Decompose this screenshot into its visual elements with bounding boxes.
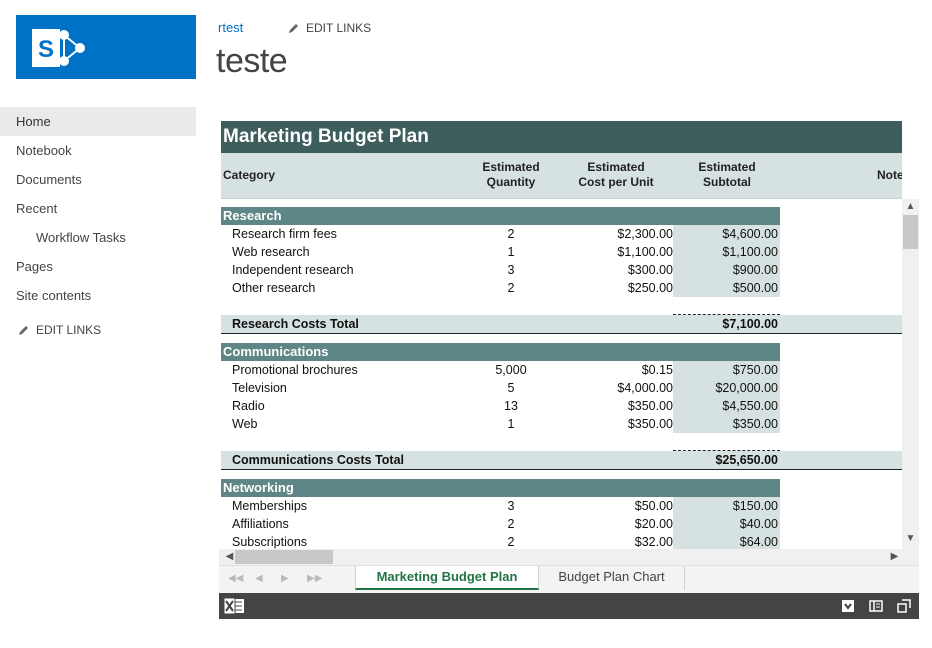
table-row[interactable]: Research firm fees 2 $2,300.00 $4,600.00 [221, 225, 902, 243]
total-row-communications[interactable]: Communications Costs Total $25,650.00 [221, 451, 902, 469]
pencil-icon [289, 24, 298, 33]
sheet-tabs-bar: ◀◀ ◀ ▶ ▶▶ Marketing Budget Plan Budget P… [219, 565, 919, 593]
table-row[interactable]: Radio 13 $350.00 $4,550.00 [221, 397, 902, 415]
sheet-title: Marketing Budget Plan [221, 121, 902, 153]
section-header-communications: Communications [221, 343, 780, 361]
col-cost: Estimated Cost per Unit [578, 160, 654, 189]
nav-item-recent[interactable]: Recent [0, 194, 196, 223]
section-divider [221, 469, 902, 470]
svg-text:S: S [38, 36, 54, 63]
nav-item-pages[interactable]: Pages [0, 252, 196, 281]
scroll-right-icon[interactable]: ▶ [886, 551, 903, 562]
sharepoint-logo[interactable]: S [16, 15, 196, 79]
nav-item-site-contents[interactable]: Site contents [0, 281, 196, 310]
excel-web-part: Marketing Budget Plan Category Estimated… [219, 119, 919, 619]
section-header-research: Research [221, 207, 780, 225]
col-notes: Note [877, 168, 902, 182]
excel-icon[interactable] [223, 596, 245, 616]
details-pane-icon[interactable] [868, 598, 884, 614]
nav-item-notebook[interactable]: Notebook [0, 136, 196, 165]
table-row[interactable]: Television 5 $4,000.00 $20,000.00 [221, 379, 902, 397]
header-divider [221, 198, 902, 199]
edit-links-nav-label: EDIT LINKS [36, 323, 102, 337]
edit-links-label: EDIT LINKS [306, 21, 372, 35]
page-title: teste [216, 42, 288, 80]
section-divider [221, 333, 902, 334]
quick-launch: Home Notebook Documents Recent Workflow … [0, 107, 196, 340]
tab-budget-plan-chart[interactable]: Budget Plan Chart [539, 566, 685, 590]
edit-links-top[interactable]: EDIT LINKS [288, 21, 371, 35]
horizontal-scroll-thumb[interactable] [235, 550, 333, 564]
nav-item-home[interactable]: Home [0, 107, 196, 136]
col-quantity: Estimated Quantity [482, 160, 540, 189]
download-icon[interactable] [840, 598, 856, 614]
excel-status-bar [219, 593, 919, 619]
prev-sheet-icon[interactable]: ◀ [255, 573, 263, 584]
table-row[interactable]: Subscriptions 2 $32.00 $64.00 [221, 533, 902, 549]
col-subtotal: Estimated Subtotal [698, 160, 756, 189]
edit-links-nav[interactable]: EDIT LINKS [0, 320, 196, 340]
nav-item-documents[interactable]: Documents [0, 165, 196, 194]
scroll-down-icon[interactable]: ▼ [902, 533, 919, 544]
popout-icon[interactable] [896, 598, 912, 614]
nav-item-workflow-tasks[interactable]: Workflow Tasks [0, 223, 196, 252]
table-row[interactable]: Web research 1 $1,100.00 $1,100.00 [221, 243, 902, 261]
horizontal-scrollbar[interactable]: ◀ ▶ [219, 549, 919, 565]
spreadsheet-grid[interactable]: Marketing Budget Plan Category Estimated… [219, 119, 902, 549]
next-sheet-icon[interactable]: ▶ [281, 573, 289, 584]
column-header-row: Category Estimated Quantity Estimated Cost… [221, 153, 902, 198]
col-category: Category [223, 168, 276, 182]
pencil-icon [19, 326, 28, 335]
vertical-scroll-thumb[interactable] [903, 215, 918, 249]
first-sheet-icon[interactable]: ◀◀ [228, 573, 243, 584]
table-row[interactable]: Affiliations 2 $20.00 $40.00 [221, 515, 902, 533]
table-row[interactable]: Memberships 3 $50.00 $150.00 [221, 497, 902, 515]
table-row[interactable]: Independent research 3 $300.00 $900.00 [221, 261, 902, 279]
site-link[interactable]: rtest [218, 20, 243, 35]
page: S rtest EDIT LINKS teste Home Notebook D… [0, 0, 932, 648]
sharepoint-icon: S [32, 29, 85, 67]
section-header-networking: Networking [221, 479, 780, 497]
tab-marketing-budget-plan[interactable]: Marketing Budget Plan [355, 566, 539, 590]
table-row[interactable]: Promotional brochures 5,000 $0.15 $750.00 [221, 361, 902, 379]
last-sheet-icon[interactable]: ▶▶ [307, 573, 322, 584]
table-row[interactable]: Other research 2 $250.00 $500.00 [221, 279, 902, 297]
vertical-scrollbar[interactable]: ▲ ▼ [902, 199, 919, 549]
total-row-research[interactable]: Research Costs Total $7,100.00 [221, 315, 902, 333]
table-row[interactable]: Web 1 $350.00 $350.00 [221, 415, 902, 433]
scroll-up-icon[interactable]: ▲ [902, 201, 919, 212]
